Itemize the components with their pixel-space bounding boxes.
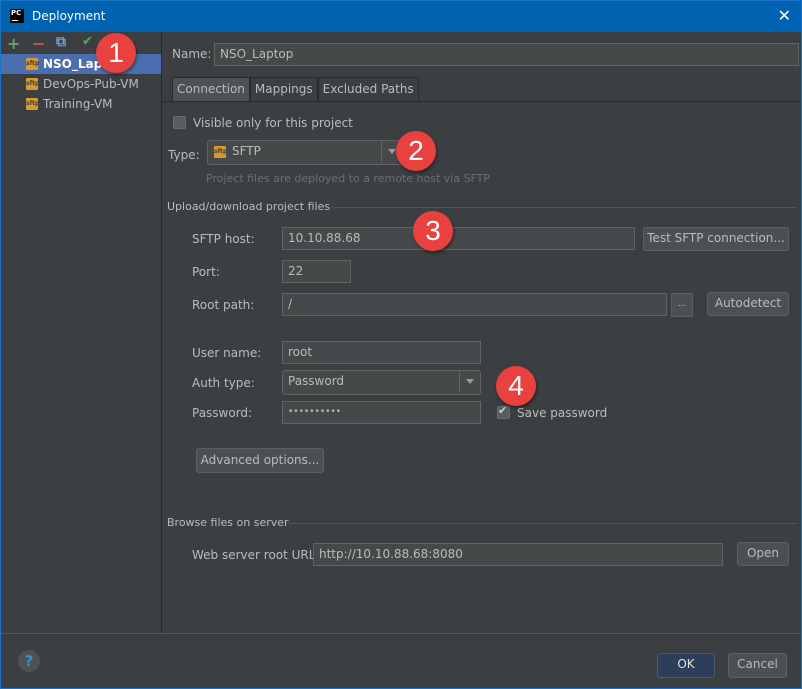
title-bar: PC Deployment ✕ [1, 1, 801, 32]
root-path-input[interactable]: / [282, 293, 667, 316]
sftp-icon: sftp [26, 98, 39, 110]
root-path-label: Root path: [192, 298, 255, 312]
sftp-icon: sftp [26, 78, 39, 90]
browse-section-title: Browse files on server [167, 516, 289, 529]
type-value: SFTP [232, 144, 261, 158]
ok-button[interactable]: OK [657, 653, 715, 678]
footer-divider [1, 633, 801, 634]
name-label: Name: [172, 47, 212, 61]
help-icon[interactable]: ? [18, 650, 40, 672]
password-label: Password: [192, 406, 253, 420]
server-item-label: Training-VM [43, 97, 113, 111]
port-input[interactable]: 22 [282, 260, 351, 283]
advanced-options-button[interactable]: Advanced options... [196, 448, 324, 473]
open-button[interactable]: Open [737, 542, 789, 566]
tab-connection[interactable]: Connection [172, 77, 250, 101]
password-input[interactable]: •••••••••• [282, 401, 481, 424]
annotation-badge-2: 2 [396, 131, 436, 171]
type-label: Type: [168, 148, 200, 162]
chevron-down-icon[interactable] [459, 371, 480, 392]
pycharm-logo-icon: PC [10, 9, 24, 23]
sftp-host-label: SFTP host: [192, 232, 255, 246]
section-divider [332, 207, 797, 208]
use-as-default-icon[interactable]: ✔ [82, 34, 93, 49]
sftp-icon: sftp [214, 146, 227, 158]
server-settings-panel: Name: NSO_Laptop Connection Mappings Exc… [162, 32, 801, 633]
save-password-checkbox[interactable] [497, 404, 510, 419]
name-input[interactable]: NSO_Laptop [214, 43, 799, 66]
type-combobox[interactable]: sftp SFTP [207, 140, 403, 165]
window-title: Deployment [32, 9, 106, 23]
auth-type-combobox[interactable]: Password [282, 370, 481, 395]
upload-section-title: Upload/download project files [167, 200, 331, 213]
tab-excluded-paths[interactable]: Excluded Paths [317, 77, 419, 101]
close-icon[interactable]: ✕ [778, 6, 791, 25]
server-list-panel: + − ⧉ ✔ sftp NSO_Laptop sftp DevOps-Pub-… [1, 32, 162, 633]
tab-mappings[interactable]: Mappings [249, 77, 318, 101]
browse-root-button[interactable]: ... [671, 293, 693, 317]
user-name-input[interactable]: root [282, 341, 481, 364]
port-label: Port: [192, 265, 220, 279]
cancel-button[interactable]: Cancel [728, 653, 787, 678]
annotation-badge-4: 4 [496, 366, 536, 406]
deployment-dialog: PC Deployment ✕ + − ⧉ ✔ sftp NSO_Laptop … [0, 0, 802, 689]
web-server-url-input[interactable]: http://10.10.88.68:8080 [313, 543, 723, 566]
annotation-badge-3: 3 [413, 211, 453, 251]
server-item-label: DevOps-Pub-VM [43, 77, 139, 91]
test-sftp-connection-button[interactable]: Test SFTP connection... [643, 227, 789, 251]
visible-only-checkbox[interactable] [173, 116, 186, 129]
server-item-training-vm[interactable]: sftp Training-VM [1, 94, 161, 114]
server-item-nso-laptop[interactable]: sftp NSO_Laptop [1, 54, 161, 74]
auth-type-value: Password [288, 374, 345, 388]
user-name-label: User name: [192, 346, 262, 360]
section-divider [287, 523, 797, 524]
remove-icon[interactable]: − [32, 34, 45, 53]
type-hint: Project files are deployed to a remote h… [206, 172, 491, 185]
server-item-devops-pub-vm[interactable]: sftp DevOps-Pub-VM [1, 74, 161, 94]
autodetect-button[interactable]: Autodetect [707, 292, 789, 316]
web-server-url-label: Web server root URL: [192, 548, 320, 562]
visible-only-label: Visible only for this project [193, 116, 353, 130]
sftp-icon: sftp [26, 58, 39, 70]
save-password-label: Save password [517, 406, 608, 420]
auth-type-label: Auth type: [192, 376, 255, 390]
copy-icon[interactable]: ⧉ [56, 34, 66, 50]
annotation-badge-1: 1 [96, 33, 136, 73]
add-icon[interactable]: + [7, 34, 20, 53]
server-toolbar: + − ⧉ ✔ [1, 32, 161, 54]
settings-tabs: Connection Mappings Excluded Paths [172, 77, 419, 101]
tab-divider [162, 101, 801, 102]
sftp-host-input[interactable]: 10.10.88.68 [282, 227, 635, 250]
